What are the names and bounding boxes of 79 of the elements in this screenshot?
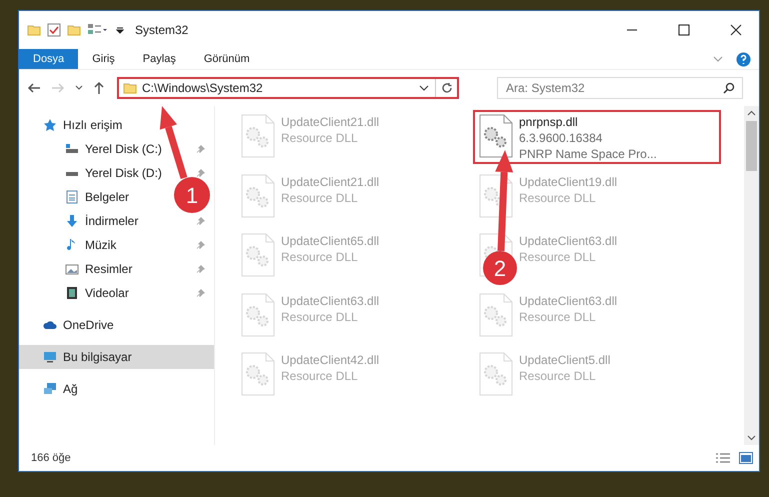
dll-file-icon [479,292,513,336]
file-detail: Resource DLL [281,249,359,265]
file-detail: 6.3.9600.16384 [519,130,604,146]
window-title: System32 [135,23,188,37]
pin-icon[interactable] [196,264,206,274]
scroll-down-icon[interactable] [747,434,756,442]
sidebar-item[interactable]: Videolar [19,281,133,305]
dll-file-icon [241,352,275,396]
dll-file-icon [241,174,275,218]
back-arrow-icon [27,82,41,94]
file-detail: Resource DLL [281,130,359,146]
scroll-thumb[interactable] [746,121,757,171]
drive-icon [65,142,79,156]
download-arrow-icon [65,214,79,228]
number-badge: 1 [174,177,210,213]
ribbon-tab[interactable]: Giriş [78,49,129,69]
ribbon-tab[interactable]: Paylaş [128,49,190,69]
sidebar-item[interactable]: Yerel Disk (C:) [19,137,166,161]
pin-icon[interactable] [196,288,206,298]
dll-file-icon [241,114,275,158]
refresh-icon [440,82,452,94]
folder-icon [123,81,137,95]
sidebar-item[interactable]: OneDrive [19,313,118,337]
file-detail: Resource DLL [519,190,597,206]
dll-file-icon [479,174,513,218]
sidebar-item[interactable]: Müzik [19,233,120,257]
file-detail: PNRP Name Space Pro... [519,146,657,162]
search-field[interactable]: Ara: System32 [497,77,743,99]
sidebar-item[interactable]: Bu bilgisayar [19,345,214,369]
checklist-icon[interactable] [47,23,61,37]
file-detail: Resource DLL [519,308,597,324]
dropdown-caret-icon[interactable] [115,25,125,35]
file-detail: Resource DLL [281,190,359,206]
dll-file-icon [241,233,275,277]
file-detail: Resource DLL [519,249,597,265]
scroll-up-icon[interactable] [747,109,756,117]
document-icon [65,190,79,204]
large-icons-view-icon[interactable] [739,452,753,464]
file-name[interactable]: pnrpnsp.dll [519,114,657,130]
dll-file-icon [241,292,275,336]
details-view-icon[interactable] [715,452,731,464]
number-badge: 2 [483,251,517,285]
file-detail: Resource DLL [281,308,359,324]
sidebar-item[interactable]: Resimler [19,257,136,281]
scrollbar[interactable] [744,106,759,445]
network-icon [43,382,57,396]
monitor-icon [43,350,57,364]
close-icon [730,24,742,36]
help-icon[interactable] [736,52,751,66]
folder-icon [67,23,81,37]
search-icon [723,82,735,94]
pin-icon[interactable] [196,168,206,178]
sidebar-item[interactable]: Hızlı erişim [19,113,126,137]
pin-icon[interactable] [196,240,206,250]
maximize-icon [678,24,690,36]
folder-icon [27,23,41,37]
sidebar-item[interactable]: Yerel Disk (D:) [19,161,166,185]
chevron-down-icon [75,84,83,92]
dll-file-icon [479,352,513,396]
highlighted-file-item[interactable]: pnrpnsp.dll 6.3.9600.16384 PNRP Name Space Pro... [473,110,721,164]
file-detail: Resource DLL [281,368,359,384]
sidebar-item[interactable]: İndirmeler [19,209,142,233]
star-icon [43,118,57,132]
pin-icon[interactable] [196,216,206,226]
pin-icon[interactable] [196,144,206,154]
chevron-down-icon[interactable] [419,83,429,93]
up-arrow-icon [93,81,105,95]
film-icon [65,286,79,300]
ribbon-tab[interactable]: Görünüm [190,49,264,69]
ribbon-tab[interactable]: Dosya [19,49,78,69]
address-bar[interactable]: C:\Windows\System32 [117,77,459,99]
sidebar-item[interactable]: Belgeler [19,185,134,209]
forward-arrow-icon [51,82,65,94]
properties-icon[interactable] [87,23,109,37]
file-detail: Resource DLL [519,368,597,384]
sidebar-item[interactable]: Ağ [19,377,82,401]
dll-file-icon [479,114,513,158]
item-count: 166 öğe [31,452,72,464]
picture-icon [65,262,79,276]
